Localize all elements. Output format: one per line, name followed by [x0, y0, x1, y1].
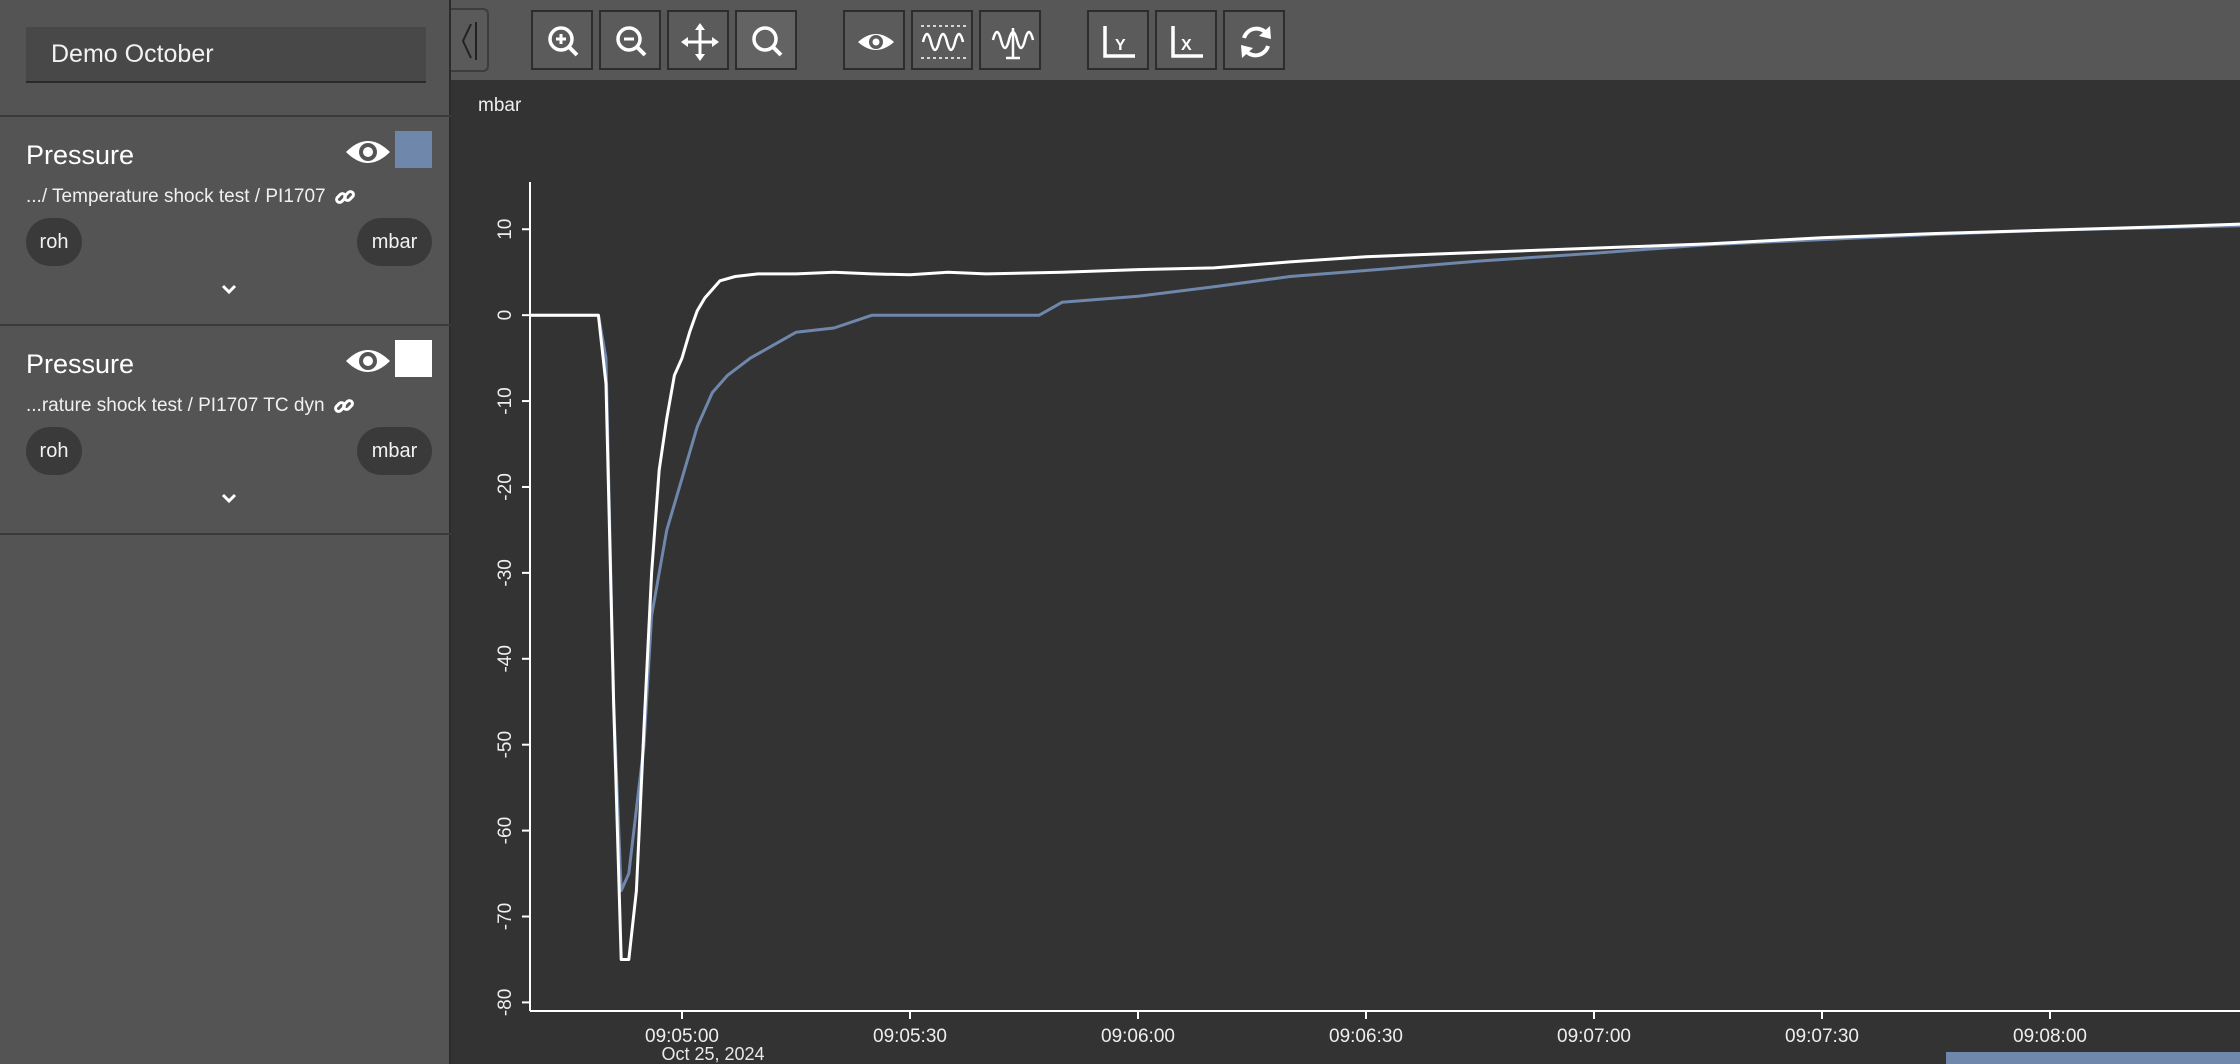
sidebar: Demo October Pressure .../ Temperature s…	[0, 0, 451, 1064]
zoom-in-button[interactable]	[531, 10, 593, 70]
sidebar-divider	[0, 533, 451, 535]
x-tick-label: 09:05:00	[645, 1026, 719, 1047]
eye-icon[interactable]	[344, 132, 392, 172]
x-axis-date-label: Oct 25, 2024	[661, 1044, 764, 1064]
axis-y-icon: Y	[1103, 26, 1135, 58]
eye-icon[interactable]	[344, 341, 392, 381]
pan-button[interactable]	[667, 10, 729, 70]
dashboard-title-field[interactable]: Demo October	[26, 27, 426, 83]
y-tick-label: -50	[495, 731, 516, 758]
y-tick-label: 10	[495, 219, 516, 240]
move-icon	[681, 23, 719, 61]
refresh-icon	[1241, 26, 1271, 58]
y-tick-label: -60	[495, 817, 516, 844]
y-tick-label: -20	[495, 473, 516, 500]
zoom-out-icon	[616, 26, 647, 57]
series-color-swatch[interactable]	[395, 131, 432, 168]
axis-y-button[interactable]: Y	[1087, 10, 1149, 70]
visibility-button[interactable]	[843, 10, 905, 70]
wave-range-icon	[991, 28, 1035, 60]
wave-bounds-icon	[921, 25, 967, 59]
series-unit-chip[interactable]: mbar	[357, 218, 432, 266]
refresh-button[interactable]	[1223, 10, 1285, 70]
y-tick-label: -40	[495, 645, 516, 672]
series-path: ...rature shock test / PI1707 TC dyn	[26, 395, 355, 417]
series-type-chip[interactable]: roh	[26, 218, 82, 266]
y-tick-label: 0	[495, 310, 516, 321]
series-name: Pressure	[26, 349, 135, 379]
series-card-2: Pressure ...rature shock test / PI1707 T…	[0, 327, 449, 533]
svg-text:X: X	[1181, 37, 1192, 54]
series-color-swatch[interactable]	[395, 340, 432, 377]
signal-range-button[interactable]	[979, 10, 1041, 70]
x-tick-label: 09:07:00	[1557, 1026, 1631, 1047]
series-card-1: Pressure .../ Temperature shock test / P…	[0, 118, 449, 324]
series-name: Pressure	[26, 140, 135, 170]
y-tick-label: -80	[495, 989, 516, 1016]
x-tick-label: 09:06:00	[1101, 1026, 1175, 1047]
eye-icon	[858, 34, 894, 50]
zoom-select-button[interactable]	[735, 10, 797, 70]
search-icon	[752, 26, 783, 57]
x-tick-label: 09:07:30	[1785, 1026, 1859, 1047]
link-icon[interactable]	[334, 186, 356, 208]
series-type-chip[interactable]: roh	[26, 427, 82, 475]
y-tick-label: -10	[495, 387, 516, 414]
x-tick-label: 09:05:30	[873, 1026, 947, 1047]
chevron-down-icon[interactable]	[218, 487, 240, 509]
series-path: .../ Temperature shock test / PI1707	[26, 186, 356, 208]
y-tick-label: -70	[495, 903, 516, 930]
chevron-down-icon[interactable]	[218, 278, 240, 300]
chevron-left-icon	[461, 22, 477, 60]
sidebar-divider	[0, 115, 451, 117]
y-tick-label: -30	[495, 559, 516, 586]
axis-x-button[interactable]: X	[1155, 10, 1217, 70]
sidebar-collapse-handle[interactable]	[451, 8, 489, 72]
fit-signal-button[interactable]	[911, 10, 973, 70]
series-line-2	[530, 222, 2240, 961]
sidebar-divider	[0, 324, 451, 326]
x-tick-label: 09:06:30	[1329, 1026, 1403, 1047]
svg-text:Y: Y	[1115, 37, 1126, 54]
zoom-out-button[interactable]	[599, 10, 661, 70]
axis-x-icon: X	[1171, 26, 1203, 58]
chart-toolbar: Y X	[451, 0, 2240, 80]
x-tick-label: 09:08:00	[2013, 1026, 2087, 1047]
series-unit-chip[interactable]: mbar	[357, 427, 432, 475]
series-line-1	[530, 224, 2240, 893]
chart-scrollbar-thumb[interactable]	[1946, 1052, 2240, 1064]
y-axis-unit-label: mbar	[478, 95, 522, 116]
zoom-in-icon	[548, 26, 579, 57]
link-icon[interactable]	[333, 395, 355, 417]
